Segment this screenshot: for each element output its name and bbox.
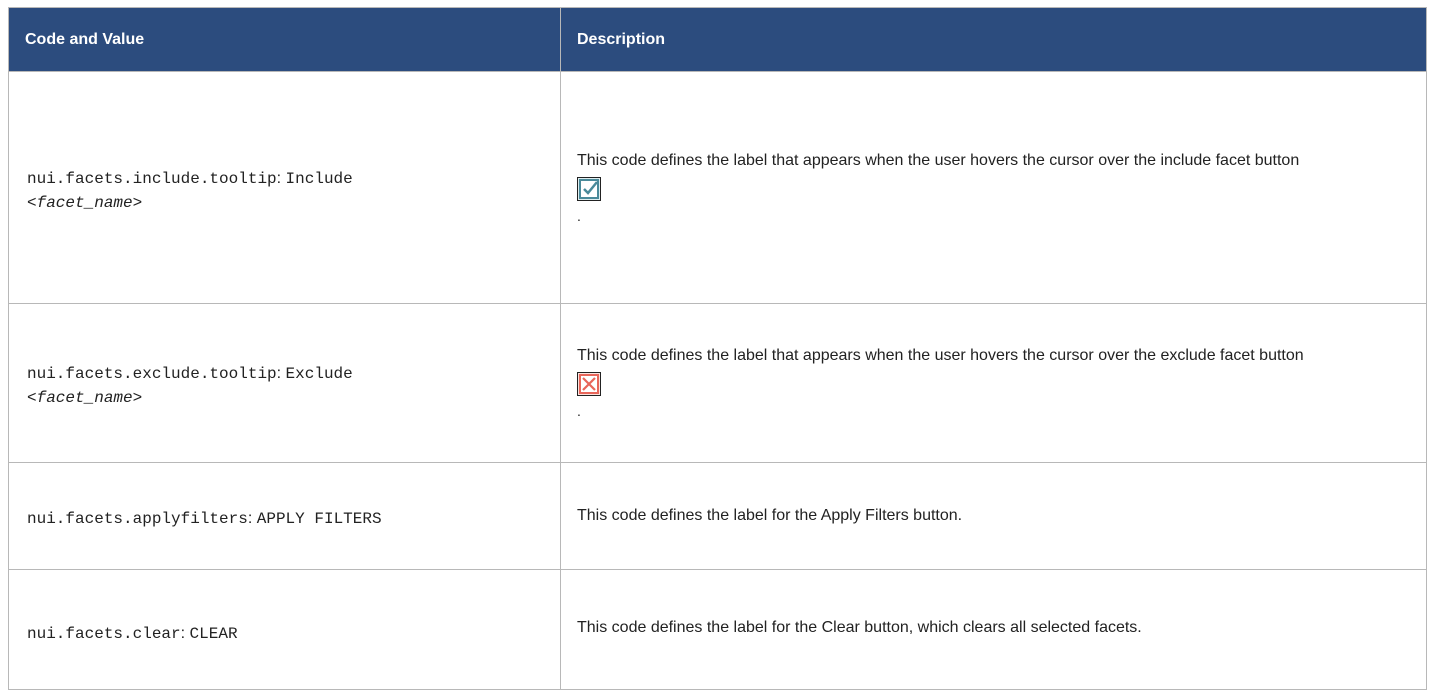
code-separator: : (276, 169, 282, 187)
code-value-param: <facet_name> (27, 389, 143, 407)
code-key: nui.facets.clear (27, 625, 181, 643)
code-separator: : (247, 510, 253, 527)
description-text: This code defines the label that appears… (577, 347, 1304, 364)
description-cell: This code defines the label for the Clea… (560, 569, 1427, 690)
description-text: This code defines the label for the Clea… (577, 619, 1142, 636)
code-separator: : (276, 365, 282, 382)
include-checkbox-icon (577, 176, 601, 201)
code-cell: nui.facets.exclude.tooltip: Exclude <fac… (8, 303, 561, 463)
description-text: This code defines the label for the Appl… (577, 507, 963, 524)
table-row: nui.facets.applyfilters: APPLY FILTERS T… (8, 462, 1427, 570)
header-description: Description (560, 7, 1427, 72)
exclude-checkbox-icon (577, 372, 601, 396)
table-row: nui.facets.include.tooltip: Include <fac… (8, 71, 1427, 304)
code-value-param: <facet_name> (27, 193, 143, 212)
header-code-and-value: Code and Value (8, 7, 561, 72)
code-value: Include (285, 169, 353, 188)
code-cell: nui.facets.clear: CLEAR (8, 569, 561, 690)
code-value: Exclude (285, 365, 353, 383)
trailing-period: . (577, 207, 581, 224)
code-key: nui.facets.exclude.tooltip (27, 365, 277, 383)
description-cell: This code defines the label that appears… (560, 71, 1427, 304)
trailing-period: . (577, 403, 581, 419)
description-cell: This code defines the label that appears… (560, 303, 1427, 463)
code-cell: nui.facets.include.tooltip: Include <fac… (8, 71, 561, 304)
description-cell: This code defines the label for the Appl… (560, 462, 1427, 570)
code-table: Code and Value Description nui.facets.in… (8, 7, 1427, 690)
table-row: nui.facets.clear: CLEAR This code define… (8, 569, 1427, 690)
code-key: nui.facets.applyfilters (27, 510, 248, 528)
table-row: nui.facets.exclude.tooltip: Exclude <fac… (8, 303, 1427, 463)
code-cell: nui.facets.applyfilters: APPLY FILTERS (8, 462, 561, 570)
code-key: nui.facets.include.tooltip (27, 169, 277, 188)
description-text: This code defines the label that appears… (577, 151, 1300, 169)
table-header-row: Code and Value Description (8, 7, 1427, 72)
code-table-container: Code and Value Description nui.facets.in… (8, 7, 1427, 690)
code-value: APPLY FILTERS (256, 510, 382, 528)
code-value: CLEAR (189, 625, 238, 643)
code-separator: : (180, 625, 186, 642)
